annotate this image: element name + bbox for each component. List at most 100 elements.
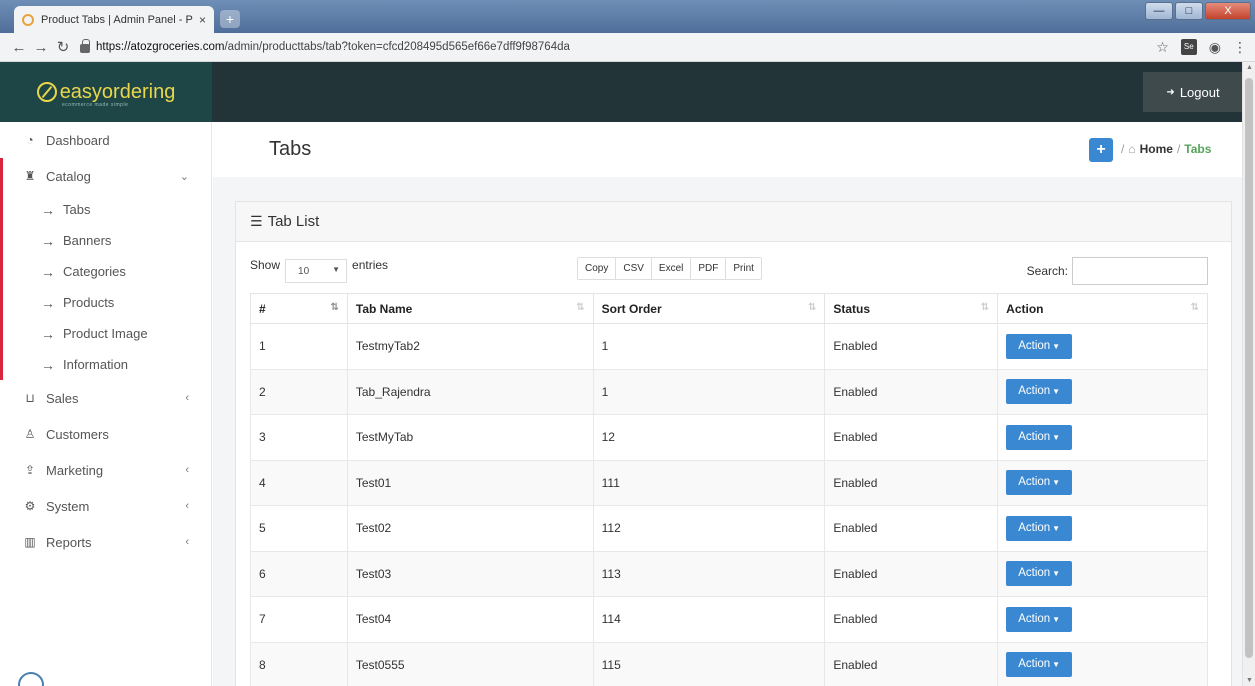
minimize-button[interactable]: — xyxy=(1145,2,1173,20)
action-dropdown-button[interactable]: Action ▼ xyxy=(1006,606,1073,632)
chevron-left-icon: ‹ xyxy=(185,536,189,548)
scroll-up-icon[interactable]: ▲ xyxy=(1246,64,1253,71)
arrow-right-icon: → xyxy=(41,325,55,342)
arrow-right-icon: → xyxy=(41,263,55,280)
sidebar-item-sales[interactable]: ⊔ Sales ‹ xyxy=(0,380,211,416)
cell-action: Action ▼ xyxy=(997,550,1208,597)
sidebar-subitem-product-image[interactable]: → Product Image xyxy=(3,318,211,349)
breadcrumb: / ⌂ Home / Tabs xyxy=(1121,142,1211,156)
new-tab-button[interactable]: + xyxy=(220,10,240,28)
page-size-control: Show 10 ▼ entries xyxy=(250,258,388,283)
browser-tab[interactable]: Product Tabs | Admin Panel - Po × xyxy=(14,6,214,33)
avatar[interactable] xyxy=(18,672,44,686)
list-icon: ☰ xyxy=(250,213,263,229)
catalog-group: ♜ Catalog ⌄ → Tabs → Banners → Categorie… xyxy=(0,158,211,380)
action-dropdown-button[interactable]: Action ▼ xyxy=(1006,379,1073,405)
table-row: 8 Test0555 115 Enabled Action ▼ xyxy=(250,641,1208,686)
caret-down-icon: ▼ xyxy=(1052,660,1061,670)
action-dropdown-button[interactable]: Action ▼ xyxy=(1006,470,1073,496)
card-title: Tab List xyxy=(267,213,320,230)
arrow-right-icon: → xyxy=(41,201,55,218)
sidebar-item-reports[interactable]: ▥ Reports ‹ xyxy=(0,524,211,560)
cell-sort-order: 1 xyxy=(592,323,826,370)
cell-action: Action ▼ xyxy=(997,323,1208,370)
cell-status: Enabled xyxy=(824,550,999,597)
cell-tab-name: TestmyTab2 xyxy=(346,323,594,370)
scroll-thumb[interactable] xyxy=(1245,78,1253,658)
url-field[interactable]: https://atozgroceries.com/admin/productt… xyxy=(96,41,1156,53)
pdf-button[interactable]: PDF xyxy=(691,258,727,279)
table-row: 4 Test01 111 Enabled Action ▼ xyxy=(250,459,1208,506)
dashboard-icon: ◔ xyxy=(26,133,34,147)
sidebar-item-system[interactable]: ⚙ System ‹ xyxy=(0,488,211,524)
excel-button[interactable]: Excel xyxy=(651,258,692,279)
export-buttons: Copy CSV Excel PDF Print xyxy=(577,257,762,280)
account-icon[interactable]: ◉ xyxy=(1209,39,1221,56)
logo-area[interactable]: easyordering ecommerce made simple xyxy=(0,62,212,122)
action-dropdown-button[interactable]: Action ▼ xyxy=(1006,333,1073,359)
cell-number: 8 xyxy=(250,641,348,686)
back-arrow-icon[interactable]: ← xyxy=(8,39,30,56)
search-input[interactable] xyxy=(1072,257,1208,285)
logo-tagline: ecommerce made simple xyxy=(62,102,129,108)
copy-button[interactable]: Copy xyxy=(578,258,617,279)
tab-list-card: ☰ Tab List Show 10 ▼ entries Copy CSV Ex… xyxy=(235,201,1232,686)
app-header: easyordering ecommerce made simple ➜ Log… xyxy=(0,62,1255,122)
star-icon[interactable]: ☆ xyxy=(1156,39,1169,56)
logo-icon xyxy=(36,82,57,102)
sidebar-item-catalog[interactable]: ♜ Catalog ⌄ xyxy=(3,158,211,194)
column-header-action[interactable]: Action ⇅ xyxy=(997,293,1208,324)
sidebar-subitem-tabs[interactable]: → Tabs xyxy=(3,194,211,225)
home-icon: ⌂ xyxy=(1128,142,1136,156)
csv-button[interactable]: CSV xyxy=(616,258,652,279)
table-controls: Show 10 ▼ entries Copy CSV Excel PDF Pri… xyxy=(250,254,1208,286)
window-close-button[interactable]: X xyxy=(1205,2,1251,20)
action-dropdown-button[interactable]: Action ▼ xyxy=(1006,561,1073,587)
column-header-status[interactable]: Status ⇅ xyxy=(824,293,999,324)
action-dropdown-button[interactable]: Action ▼ xyxy=(1006,515,1073,541)
sidebar-subitem-banners[interactable]: → Banners xyxy=(3,225,211,256)
column-header-tab-name[interactable]: Tab Name ⇅ xyxy=(346,293,594,324)
cell-status: Enabled xyxy=(824,505,999,552)
cell-action: Action ▼ xyxy=(997,505,1208,552)
tab-title: Product Tabs | Admin Panel - Po xyxy=(41,13,193,26)
sidebar-subitem-products[interactable]: → Products xyxy=(3,287,211,318)
cell-number: 3 xyxy=(250,414,348,461)
tab-close-icon[interactable]: × xyxy=(199,13,206,27)
print-button[interactable]: Print xyxy=(726,258,761,279)
cell-action: Action ▼ xyxy=(997,596,1208,643)
sidebar-item-dashboard[interactable]: ◔ Dashboard xyxy=(0,122,211,158)
cell-tab-name: Tab_Rajendra xyxy=(346,368,594,415)
sort-icon: ⇅ xyxy=(807,302,817,313)
table-header-row: # ⇅ Tab Name ⇅ Sort Order ⇅ Status ⇅ Action ⇅ xyxy=(250,293,1208,324)
action-dropdown-button[interactable]: Action ▼ xyxy=(1006,652,1073,678)
cell-tab-name: Test01 xyxy=(346,459,594,506)
column-header-sort-order[interactable]: Sort Order ⇅ xyxy=(592,293,826,324)
page-size-select[interactable]: 10 ▼ xyxy=(285,259,348,283)
search-control: Search: xyxy=(1027,257,1208,285)
sidebar-item-marketing[interactable]: ⇪ Marketing ‹ xyxy=(0,452,211,488)
maximize-button[interactable]: □ xyxy=(1175,2,1203,20)
menu-dots-icon[interactable]: ⋮ xyxy=(1233,39,1247,56)
cell-tab-name: Test03 xyxy=(346,550,594,597)
sidebar-subitem-information[interactable]: → Information xyxy=(3,349,211,380)
chevron-left-icon: ‹ xyxy=(185,464,189,476)
breadcrumb-home[interactable]: Home xyxy=(1140,142,1173,156)
scroll-down-icon[interactable]: ▼ xyxy=(1246,677,1253,684)
extension-icon[interactable]: Se xyxy=(1180,39,1197,55)
column-header-number[interactable]: # ⇅ xyxy=(250,293,348,324)
sidebar-item-customers[interactable]: ♙ Customers xyxy=(0,416,211,452)
caret-down-icon: ▼ xyxy=(1052,614,1061,624)
page-scrollbar[interactable]: ▲ ▼ xyxy=(1242,62,1255,686)
cell-status: Enabled xyxy=(824,368,999,415)
sort-icon: ⇅ xyxy=(576,302,585,313)
action-dropdown-button[interactable]: Action ▼ xyxy=(1006,424,1073,450)
cell-sort-order: 113 xyxy=(592,550,826,597)
reload-icon[interactable]: ↻ xyxy=(52,38,74,56)
breadcrumb-separator: / xyxy=(1176,142,1181,156)
caret-down-icon: ▼ xyxy=(1052,478,1061,488)
forward-arrow-icon[interactable]: → xyxy=(30,39,52,56)
logout-button[interactable]: ➜ Logout xyxy=(1143,72,1243,112)
sidebar-subitem-categories[interactable]: → Categories xyxy=(3,256,211,287)
add-button[interactable]: + xyxy=(1089,138,1113,162)
